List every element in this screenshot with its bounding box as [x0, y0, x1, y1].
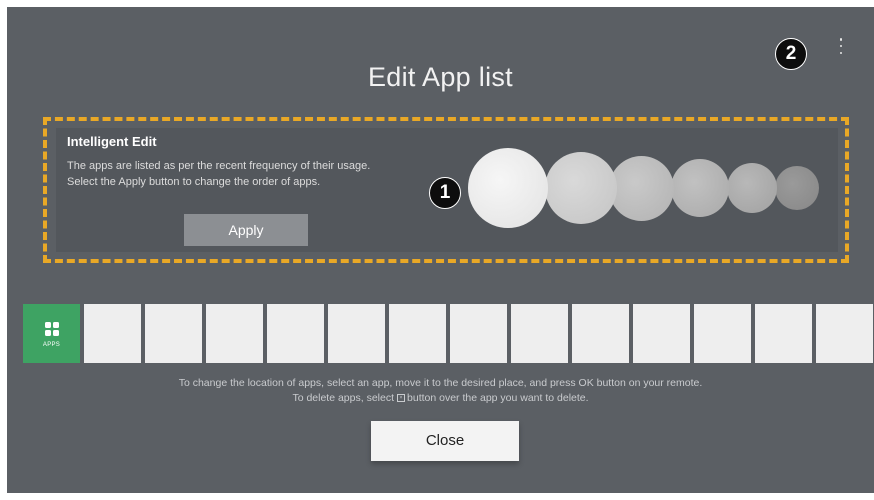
delete-box-icon: × — [397, 393, 406, 402]
grid-icon — [45, 322, 59, 336]
usage-circle — [775, 166, 819, 210]
delete-instructions-start: To delete apps, select — [292, 392, 395, 404]
app-slot[interactable] — [572, 304, 629, 363]
intelligent-edit-heading: Intelligent Edit — [67, 134, 157, 149]
app-slot[interactable] — [145, 304, 202, 363]
app-slot[interactable] — [206, 304, 263, 363]
intelligent-edit-line1: The apps are listed as per the recent fr… — [67, 160, 371, 172]
app-slot[interactable] — [694, 304, 751, 363]
app-slot[interactable] — [633, 304, 690, 363]
close-button[interactable]: Close — [371, 421, 519, 461]
usage-circle — [727, 163, 777, 213]
app-slot[interactable] — [816, 304, 873, 363]
apply-button[interactable]: Apply — [184, 214, 308, 246]
tv-screen: Edit App list 2 Intelligent Edit The app… — [7, 7, 874, 493]
page-title: Edit App list — [368, 62, 513, 92]
apps-label: APPS — [42, 342, 61, 348]
app-list-row: APPS — [23, 304, 874, 363]
app-slot[interactable] — [267, 304, 324, 363]
callout-badge-1: 1 — [429, 177, 461, 209]
intelligent-edit-line2: Select the Apply button to change the or… — [67, 176, 321, 188]
app-slot[interactable] — [450, 304, 507, 363]
usage-circle — [609, 156, 674, 221]
usage-circle — [671, 159, 729, 217]
move-instructions: To change the location of apps, select a… — [178, 377, 703, 389]
usage-circle — [545, 152, 617, 224]
intelligent-edit-description: The apps are listed as per the recent fr… — [67, 158, 437, 190]
more-options-icon[interactable] — [836, 38, 846, 54]
callout-badge-2: 2 — [775, 38, 807, 70]
app-slot[interactable] — [84, 304, 141, 363]
app-slot[interactable] — [511, 304, 568, 363]
usage-circle — [468, 148, 548, 228]
app-slot[interactable] — [328, 304, 385, 363]
apps-tile[interactable]: APPS — [23, 304, 80, 363]
app-slot[interactable] — [389, 304, 446, 363]
delete-instructions-end: button over the app you want to delete. — [407, 392, 589, 404]
app-slot[interactable] — [755, 304, 812, 363]
delete-instructions: To delete apps, select × button over the a… — [7, 391, 874, 406]
